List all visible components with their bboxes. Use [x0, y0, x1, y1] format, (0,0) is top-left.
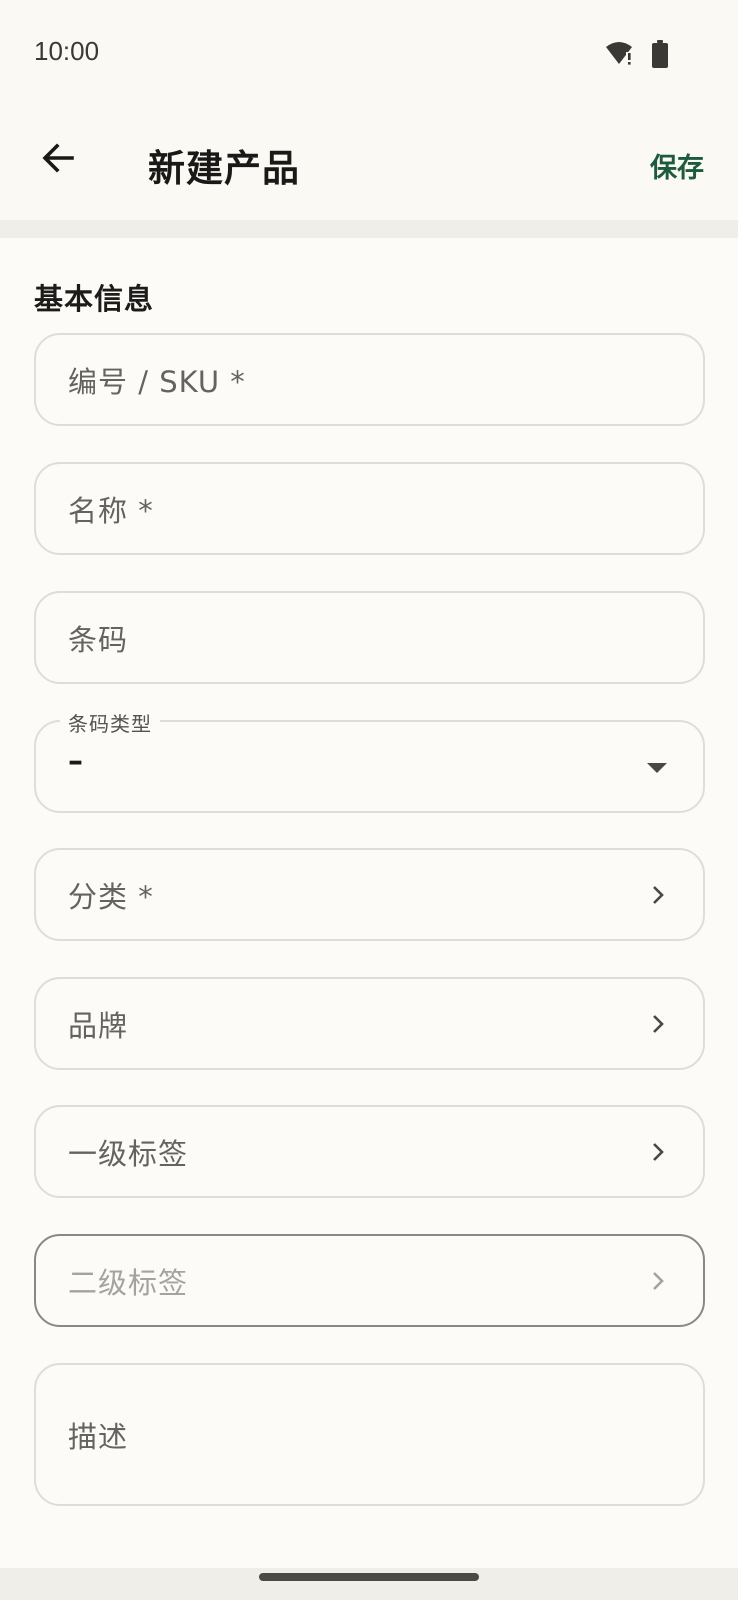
- barcode-type-select[interactable]: 条码类型 –: [34, 708, 705, 813]
- chevron-right-icon: [653, 1271, 664, 1290]
- section-title: 基本信息: [34, 282, 155, 316]
- description-placeholder: 描述: [68, 1419, 129, 1454]
- barcode-type-value: –: [68, 744, 83, 779]
- chevron-right-icon: [653, 1014, 664, 1033]
- tag-level2-placeholder: 二级标签: [68, 1265, 189, 1300]
- brand-field[interactable]: 品牌: [34, 977, 705, 1070]
- name-placeholder: 名称 *: [68, 493, 154, 528]
- barcode-field[interactable]: 条码: [34, 591, 705, 684]
- status-bar: 10:00: [0, 0, 738, 104]
- arrow-back-icon: [42, 143, 74, 173]
- brand-placeholder: 品牌: [68, 1008, 129, 1043]
- barcode-type-label: 条码类型: [60, 708, 160, 737]
- tag-level1-placeholder: 一级标签: [68, 1136, 189, 1171]
- chevron-right-icon: [653, 1142, 664, 1161]
- sku-placeholder: 编号 / SKU *: [68, 364, 246, 399]
- wifi-icon: [606, 42, 632, 65]
- save-button[interactable]: 保存: [650, 146, 704, 185]
- tag-level1-field[interactable]: 一级标签: [34, 1105, 705, 1198]
- page-title: 新建产品: [148, 147, 300, 190]
- barcode-placeholder: 条码: [68, 622, 129, 657]
- category-field[interactable]: 分类 *: [34, 848, 705, 941]
- status-time: 10:00: [34, 36, 100, 66]
- battery-icon: [652, 40, 668, 68]
- name-field[interactable]: 名称 *: [34, 462, 705, 555]
- tag-level2-field[interactable]: 二级标签: [34, 1234, 705, 1327]
- dropdown-arrow-icon: [647, 763, 667, 773]
- back-button[interactable]: [30, 130, 86, 186]
- sku-field[interactable]: 编号 / SKU *: [34, 333, 705, 426]
- app-bar: 新建产品 保存: [0, 104, 738, 220]
- description-field[interactable]: 描述: [34, 1363, 705, 1506]
- category-placeholder: 分类 *: [68, 879, 154, 914]
- home-indicator[interactable]: [259, 1573, 479, 1581]
- header-divider: [0, 220, 738, 238]
- chevron-right-icon: [653, 885, 664, 904]
